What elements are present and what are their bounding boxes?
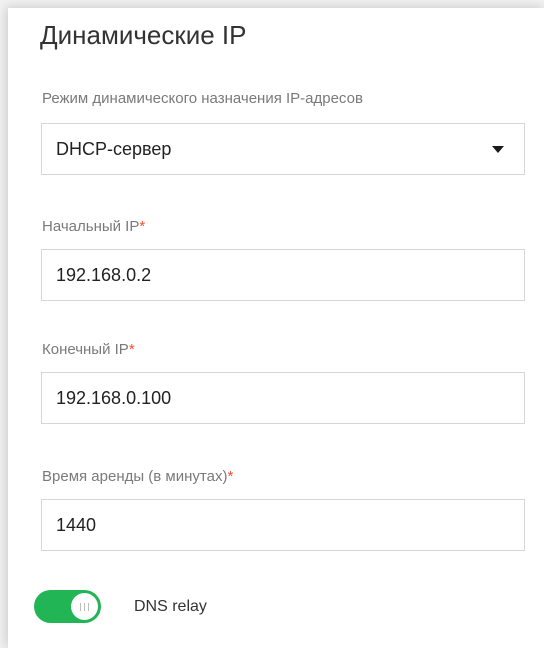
mode-select-value: DHCP-сервер [56, 139, 172, 159]
grip-icon [80, 603, 89, 611]
required-mark: * [128, 341, 135, 358]
mode-label-text: Режим динамического назначения IP-адресо… [42, 90, 363, 107]
mode-select[interactable]: DHCP-сервер [41, 123, 525, 175]
end-ip-input[interactable] [42, 373, 524, 423]
start-ip-label-text: Начальный IP [42, 218, 140, 235]
section-title: Динамические IP [40, 20, 247, 50]
required-mark: * [227, 468, 234, 485]
start-ip-field [41, 249, 525, 301]
required-mark: * [139, 218, 146, 235]
end-ip-label: Конечный IP* [42, 341, 135, 358]
dynamic-ip-panel: Динамические IP Режим динамического назн… [8, 8, 544, 648]
start-ip-label: Начальный IP* [42, 218, 145, 235]
lease-time-label-text: Время аренды (в минутах) [42, 468, 228, 485]
mode-label: Режим динамического назначения IP-адресо… [42, 90, 363, 107]
dns-relay-toggle[interactable] [34, 590, 101, 623]
lease-time-input[interactable] [42, 500, 524, 550]
end-ip-field [41, 372, 525, 424]
end-ip-label-text: Конечный IP [42, 341, 129, 358]
toggle-knob [71, 593, 98, 620]
lease-time-label: Время аренды (в минутах)* [42, 468, 233, 485]
lease-time-field [41, 499, 525, 551]
start-ip-input[interactable] [42, 250, 524, 300]
caret-down-icon [492, 146, 504, 153]
dns-relay-label: DNS relay [134, 598, 207, 615]
